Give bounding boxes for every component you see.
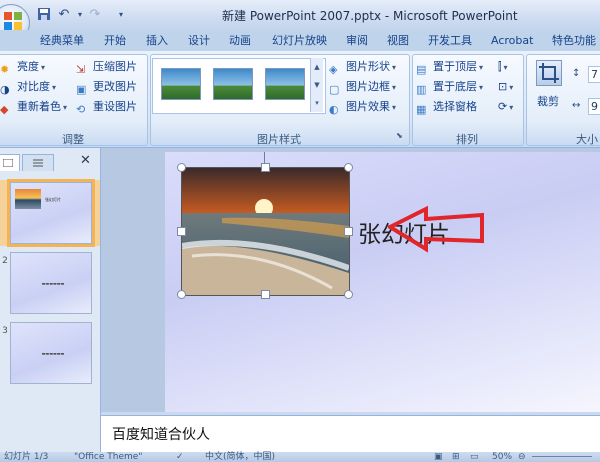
picture-shape-icon: ◈ <box>329 63 338 76</box>
window-title: 新建 PowerPoint 2007.pptx - Microsoft Powe… <box>222 9 518 23</box>
slide-photo[interactable] <box>181 167 350 296</box>
reset-picture-button[interactable]: ⟲ 重设图片 <box>76 98 137 116</box>
group-label-arrange: 排列 <box>456 133 478 146</box>
bring-to-front-button[interactable]: ▤ 置于顶层 ▾ <box>416 58 483 76</box>
status-theme: "Office Theme" <box>74 452 143 462</box>
group-objects-icon[interactable]: ⊡ ▾ <box>498 78 513 96</box>
crop-icon[interactable] <box>536 60 562 86</box>
tab-design[interactable]: 设计 <box>188 32 210 50</box>
tab-view[interactable]: 视图 <box>387 32 409 50</box>
slide-2-mini-title: ▬▬▬▬▬▬ <box>41 281 65 286</box>
red-arrow-annotation <box>388 205 484 253</box>
slide-1-mini-title: 张幻灯片 <box>45 197 61 202</box>
slide-3-mini-title: ▬▬▬▬▬▬ <box>41 351 65 356</box>
dialog-launcher-icon[interactable]: ⬊ <box>396 131 403 140</box>
slide-number-2: 2 <box>2 256 8 266</box>
slide-thumbnail-1[interactable]: 张幻灯片 <box>7 179 95 247</box>
selection-pane-button[interactable]: ▦ 选择窗格 <box>416 98 477 116</box>
bring-to-front-icon: ▤ <box>416 63 427 76</box>
view-sorter-icon[interactable]: ⊞ <box>452 453 460 462</box>
height-input[interactable]: 7 <box>588 66 600 83</box>
tab-home[interactable]: 开始 <box>104 32 126 50</box>
height-icon: ↕ <box>572 68 581 79</box>
group-label-adjust: 调整 <box>62 133 84 146</box>
status-language: 中文(简体，中国) <box>205 452 276 462</box>
picture-shape-button[interactable]: ◈ 图片形状 ▾ <box>329 58 396 76</box>
align-icon[interactable]: ⫿ ▾ <box>498 58 508 76</box>
picture-style-2[interactable] <box>213 68 253 100</box>
save-icon[interactable] <box>36 7 52 23</box>
compress-picture-button[interactable]: ⇲ 压缩图片 <box>76 58 137 76</box>
tab-featured[interactable]: 特色功能 <box>552 32 596 50</box>
width-input[interactable]: 9 <box>588 98 600 115</box>
resize-handle-nw[interactable] <box>177 163 186 172</box>
contrast-icon: ◑ <box>0 83 10 96</box>
picture-effects-button[interactable]: ◐ 图片效果 ▾ <box>329 98 396 116</box>
status-zoom: 50% <box>492 452 513 462</box>
zoom-out-icon[interactable]: ⊖ <box>518 453 526 462</box>
brightness-icon: ✹ <box>0 63 10 76</box>
rotate-handle-line <box>264 152 265 164</box>
resize-handle-w[interactable] <box>177 227 186 236</box>
contrast-button[interactable]: ◑ 对比度 ▾ <box>0 78 56 96</box>
crop-button-label[interactable]: 裁剪 <box>537 93 559 109</box>
customize-qat-icon[interactable]: ▾ <box>113 7 129 23</box>
gallery-scroll[interactable]: ▲ ▼ ▾ <box>310 58 323 112</box>
compress-icon: ⇲ <box>76 63 86 76</box>
zoom-slider[interactable] <box>532 456 592 457</box>
spell-check-icon[interactable]: ✓ <box>176 453 184 462</box>
picture-border-icon: ▢ <box>329 83 340 96</box>
slide-thumbnail-3[interactable]: ▬▬▬▬▬▬ <box>10 322 92 384</box>
group-label-picture-styles: 图片样式 <box>257 133 301 146</box>
office-logo-icon <box>4 12 22 30</box>
view-slideshow-icon[interactable]: ▭ <box>470 453 479 462</box>
rotate-icon[interactable]: ⟳ ▾ <box>498 98 513 116</box>
tab-review[interactable]: 审阅 <box>346 32 368 50</box>
recolor-button[interactable]: ◆ 重新着色 ▾ <box>0 98 67 116</box>
picture-border-button[interactable]: ▢ 图片边框 ▾ <box>329 78 396 96</box>
tab-slideshow[interactable]: 幻灯片放映 <box>272 32 327 50</box>
status-slide-info: 幻灯片 1/3 <box>4 452 49 462</box>
tab-developer[interactable]: 开发工具 <box>428 32 472 50</box>
resize-handle-ne[interactable] <box>344 163 353 172</box>
outline-tab[interactable] <box>22 154 54 171</box>
undo-icon[interactable]: ↶ <box>56 7 72 23</box>
resize-handle-se[interactable] <box>344 290 353 299</box>
change-picture-button[interactable]: ▣ 更改图片 <box>76 78 137 96</box>
picture-style-1[interactable] <box>161 68 201 100</box>
picture-effects-icon: ◐ <box>329 103 339 116</box>
reset-picture-icon: ⟲ <box>76 103 86 116</box>
picture-style-3[interactable] <box>265 68 305 100</box>
tab-acrobat[interactable]: Acrobat <box>491 32 533 50</box>
slide-1-photo <box>15 189 41 209</box>
width-icon: ↔ <box>572 100 581 111</box>
resize-handle-e[interactable] <box>344 227 353 236</box>
notes-text[interactable]: 百度知道合伙人 <box>112 424 210 444</box>
slide-thumbnail-2[interactable]: ▬▬▬▬▬▬ <box>10 252 92 314</box>
send-to-back-button[interactable]: ▥ 置于底层 ▾ <box>416 78 483 96</box>
view-normal-icon[interactable]: ▣ <box>434 453 443 462</box>
tab-insert[interactable]: 插入 <box>146 32 168 50</box>
resize-handle-sw[interactable] <box>177 290 186 299</box>
tab-animation[interactable]: 动画 <box>229 32 251 50</box>
resize-handle-n[interactable] <box>261 163 270 172</box>
redo-icon[interactable]: ↷ <box>87 7 103 23</box>
selection-pane-icon: ▦ <box>416 103 427 116</box>
group-label-size: 大小 <box>576 133 598 146</box>
resize-handle-s[interactable] <box>261 290 270 299</box>
slide-number-3: 3 <box>2 326 8 336</box>
undo-dropdown-icon[interactable]: ▾ <box>72 7 88 23</box>
close-panel-icon[interactable]: ✕ <box>80 153 91 168</box>
change-picture-icon: ▣ <box>76 83 87 96</box>
brightness-button[interactable]: ✹ 亮度 ▾ <box>0 58 45 76</box>
slides-tab[interactable] <box>0 154 20 171</box>
tab-classic-menu[interactable]: 经典菜单 <box>40 32 84 50</box>
recolor-icon: ◆ <box>0 103 9 116</box>
send-to-back-icon: ▥ <box>416 83 427 96</box>
